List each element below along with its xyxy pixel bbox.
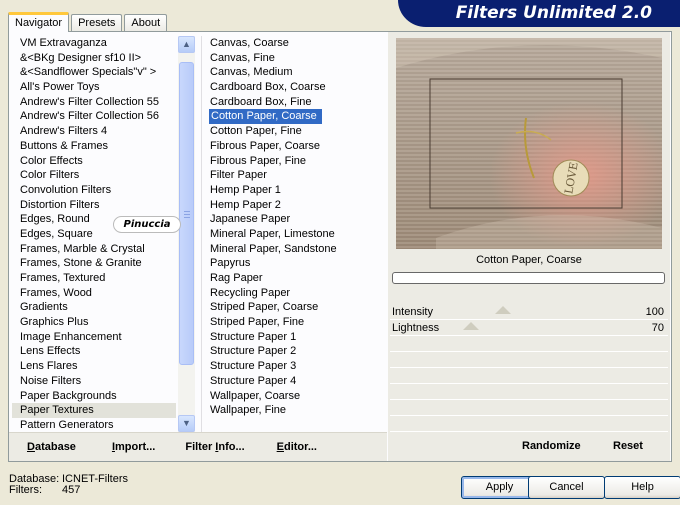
help-button[interactable]: Help <box>604 476 680 499</box>
filter-item[interactable]: Wallpaper, Fine <box>202 403 385 418</box>
category-item[interactable]: Color Filters <box>12 168 176 183</box>
import-button[interactable]: Import... <box>104 441 163 453</box>
intensity-slider-marker[interactable] <box>495 306 512 314</box>
category-item[interactable]: Noise Filters <box>12 374 176 389</box>
tab-strip: Navigator Presets About <box>8 12 169 32</box>
category-item[interactable]: Color Effects <box>12 154 176 169</box>
category-item[interactable]: Frames, Marble & Crystal <box>12 242 176 257</box>
lightness-slider-marker[interactable] <box>462 322 479 330</box>
filter-item[interactable]: Canvas, Coarse <box>202 36 385 51</box>
scroll-up-icon[interactable]: ▲ <box>178 36 195 53</box>
tab-navigator[interactable]: Navigator <box>8 12 70 32</box>
param-slot <box>390 336 668 352</box>
category-item[interactable]: Convolution Filters <box>12 183 176 198</box>
filter-info-button[interactable]: Filter Info... <box>177 441 252 453</box>
category-item[interactable]: Frames, Wood <box>12 286 176 301</box>
preview-art: LOVE <box>396 38 662 249</box>
category-item[interactable]: Andrew's Filters 4 <box>12 124 176 139</box>
filter-item[interactable]: Canvas, Medium <box>202 65 385 80</box>
filters-value: 457 <box>62 484 81 496</box>
preview-image: LOVE <box>396 38 662 249</box>
category-list[interactable]: VM Extravaganza &<BKg Designer sf10 II> &<… <box>12 36 176 430</box>
tab-about[interactable]: About <box>124 14 168 31</box>
filter-item[interactable]: Papyrus <box>202 256 385 271</box>
category-item[interactable]: Paper Textures <box>12 403 176 418</box>
filter-item[interactable]: Hemp Paper 1 <box>202 183 385 198</box>
category-item[interactable]: Graphics Plus <box>12 315 176 330</box>
reset-button[interactable]: Reset <box>613 440 643 452</box>
list-action-bar: Database Import... Filter Info... Editor… <box>9 432 387 461</box>
category-item[interactable]: Distortion Filters <box>12 198 176 213</box>
filter-item[interactable]: Recycling Paper <box>202 286 385 301</box>
filter-item[interactable]: Structure Paper 2 <box>202 344 385 359</box>
category-item[interactable]: Frames, Textured <box>12 271 176 286</box>
category-item[interactable]: Buttons & Frames <box>12 139 176 154</box>
editor-button[interactable]: Editor... <box>269 441 325 453</box>
filter-item[interactable]: Fibrous Paper, Coarse <box>202 139 385 154</box>
filter-item[interactable]: Wallpaper, Coarse <box>202 389 385 404</box>
app-title-banner: Filters Unlimited 2.0 <box>398 0 680 27</box>
category-item[interactable]: All's Power Toys <box>12 80 176 95</box>
filter-item[interactable]: Cotton Paper, Coarse <box>202 109 385 125</box>
filter-item[interactable]: Structure Paper 4 <box>202 374 385 389</box>
filter-item[interactable]: Cardboard Box, Fine <box>202 95 385 110</box>
cancel-button[interactable]: Cancel <box>528 476 605 499</box>
scroll-down-icon[interactable]: ▼ <box>178 415 195 432</box>
param-lightness[interactable]: Lightness 70 <box>390 320 668 336</box>
scroll-thumb[interactable] <box>179 62 194 365</box>
filter-item[interactable]: Cotton Paper, Fine <box>202 124 385 139</box>
filter-list[interactable]: Canvas, Coarse Canvas, Fine Canvas, Medium… <box>201 36 385 432</box>
filter-item-selected-label: Cotton Paper, Coarse <box>209 109 322 125</box>
category-scrollbar[interactable]: ▲ ▼ <box>178 36 195 432</box>
filter-item[interactable]: Fibrous Paper, Fine <box>202 154 385 169</box>
category-item[interactable]: Frames, Stone & Granite <box>12 256 176 271</box>
filter-item[interactable]: Hemp Paper 2 <box>202 198 385 213</box>
grip-icon <box>184 211 190 218</box>
category-item[interactable]: VM Extravaganza <box>12 36 176 51</box>
watermark-badge: Pinuccia <box>113 216 181 233</box>
category-item[interactable]: Lens Flares <box>12 359 176 374</box>
category-item[interactable]: &<Sandflower Specials"v" > <box>12 65 176 80</box>
filter-item[interactable]: Rag Paper <box>202 271 385 286</box>
category-item[interactable]: Pattern Generators <box>12 418 176 430</box>
param-slot <box>390 416 668 432</box>
progress-bar <box>392 272 665 284</box>
category-item[interactable]: Andrew's Filter Collection 56 <box>12 109 176 124</box>
filter-item[interactable]: Canvas, Fine <box>202 51 385 66</box>
filter-item[interactable]: Structure Paper 3 <box>202 359 385 374</box>
category-item[interactable]: Gradients <box>12 300 176 315</box>
randomize-button[interactable]: Randomize <box>522 440 581 452</box>
category-item[interactable]: Paper Backgrounds <box>12 389 176 404</box>
param-intensity[interactable]: Intensity 100 <box>390 304 668 320</box>
param-slot <box>390 352 668 368</box>
category-item[interactable]: Image Enhancement <box>12 330 176 345</box>
category-item[interactable]: Andrew's Filter Collection 55 <box>12 95 176 110</box>
param-slot <box>390 400 668 416</box>
filters-label: Filters: <box>9 484 42 496</box>
category-item[interactable]: Lens Effects <box>12 344 176 359</box>
param-slot <box>390 384 668 400</box>
filter-item[interactable]: Cardboard Box, Coarse <box>202 80 385 95</box>
database-button[interactable]: Database <box>19 441 84 453</box>
tab-presets[interactable]: Presets <box>71 14 123 31</box>
apply-button[interactable]: Apply <box>461 476 538 499</box>
filter-item[interactable]: Mineral Paper, Sandstone <box>202 242 385 257</box>
preview-caption: Cotton Paper, Coarse <box>476 254 582 266</box>
param-slot <box>390 368 668 384</box>
filter-item[interactable]: Mineral Paper, Limestone <box>202 227 385 242</box>
status-info: Database: ICNET-Filters Filters: 457 <box>9 474 128 496</box>
filter-item[interactable]: Japanese Paper <box>202 212 385 227</box>
filter-item[interactable]: Striped Paper, Coarse <box>202 300 385 315</box>
filter-item[interactable]: Striped Paper, Fine <box>202 315 385 330</box>
filter-item[interactable]: Filter Paper <box>202 168 385 183</box>
category-item[interactable]: &<BKg Designer sf10 II> <box>12 51 176 66</box>
filter-item[interactable]: Structure Paper 1 <box>202 330 385 345</box>
